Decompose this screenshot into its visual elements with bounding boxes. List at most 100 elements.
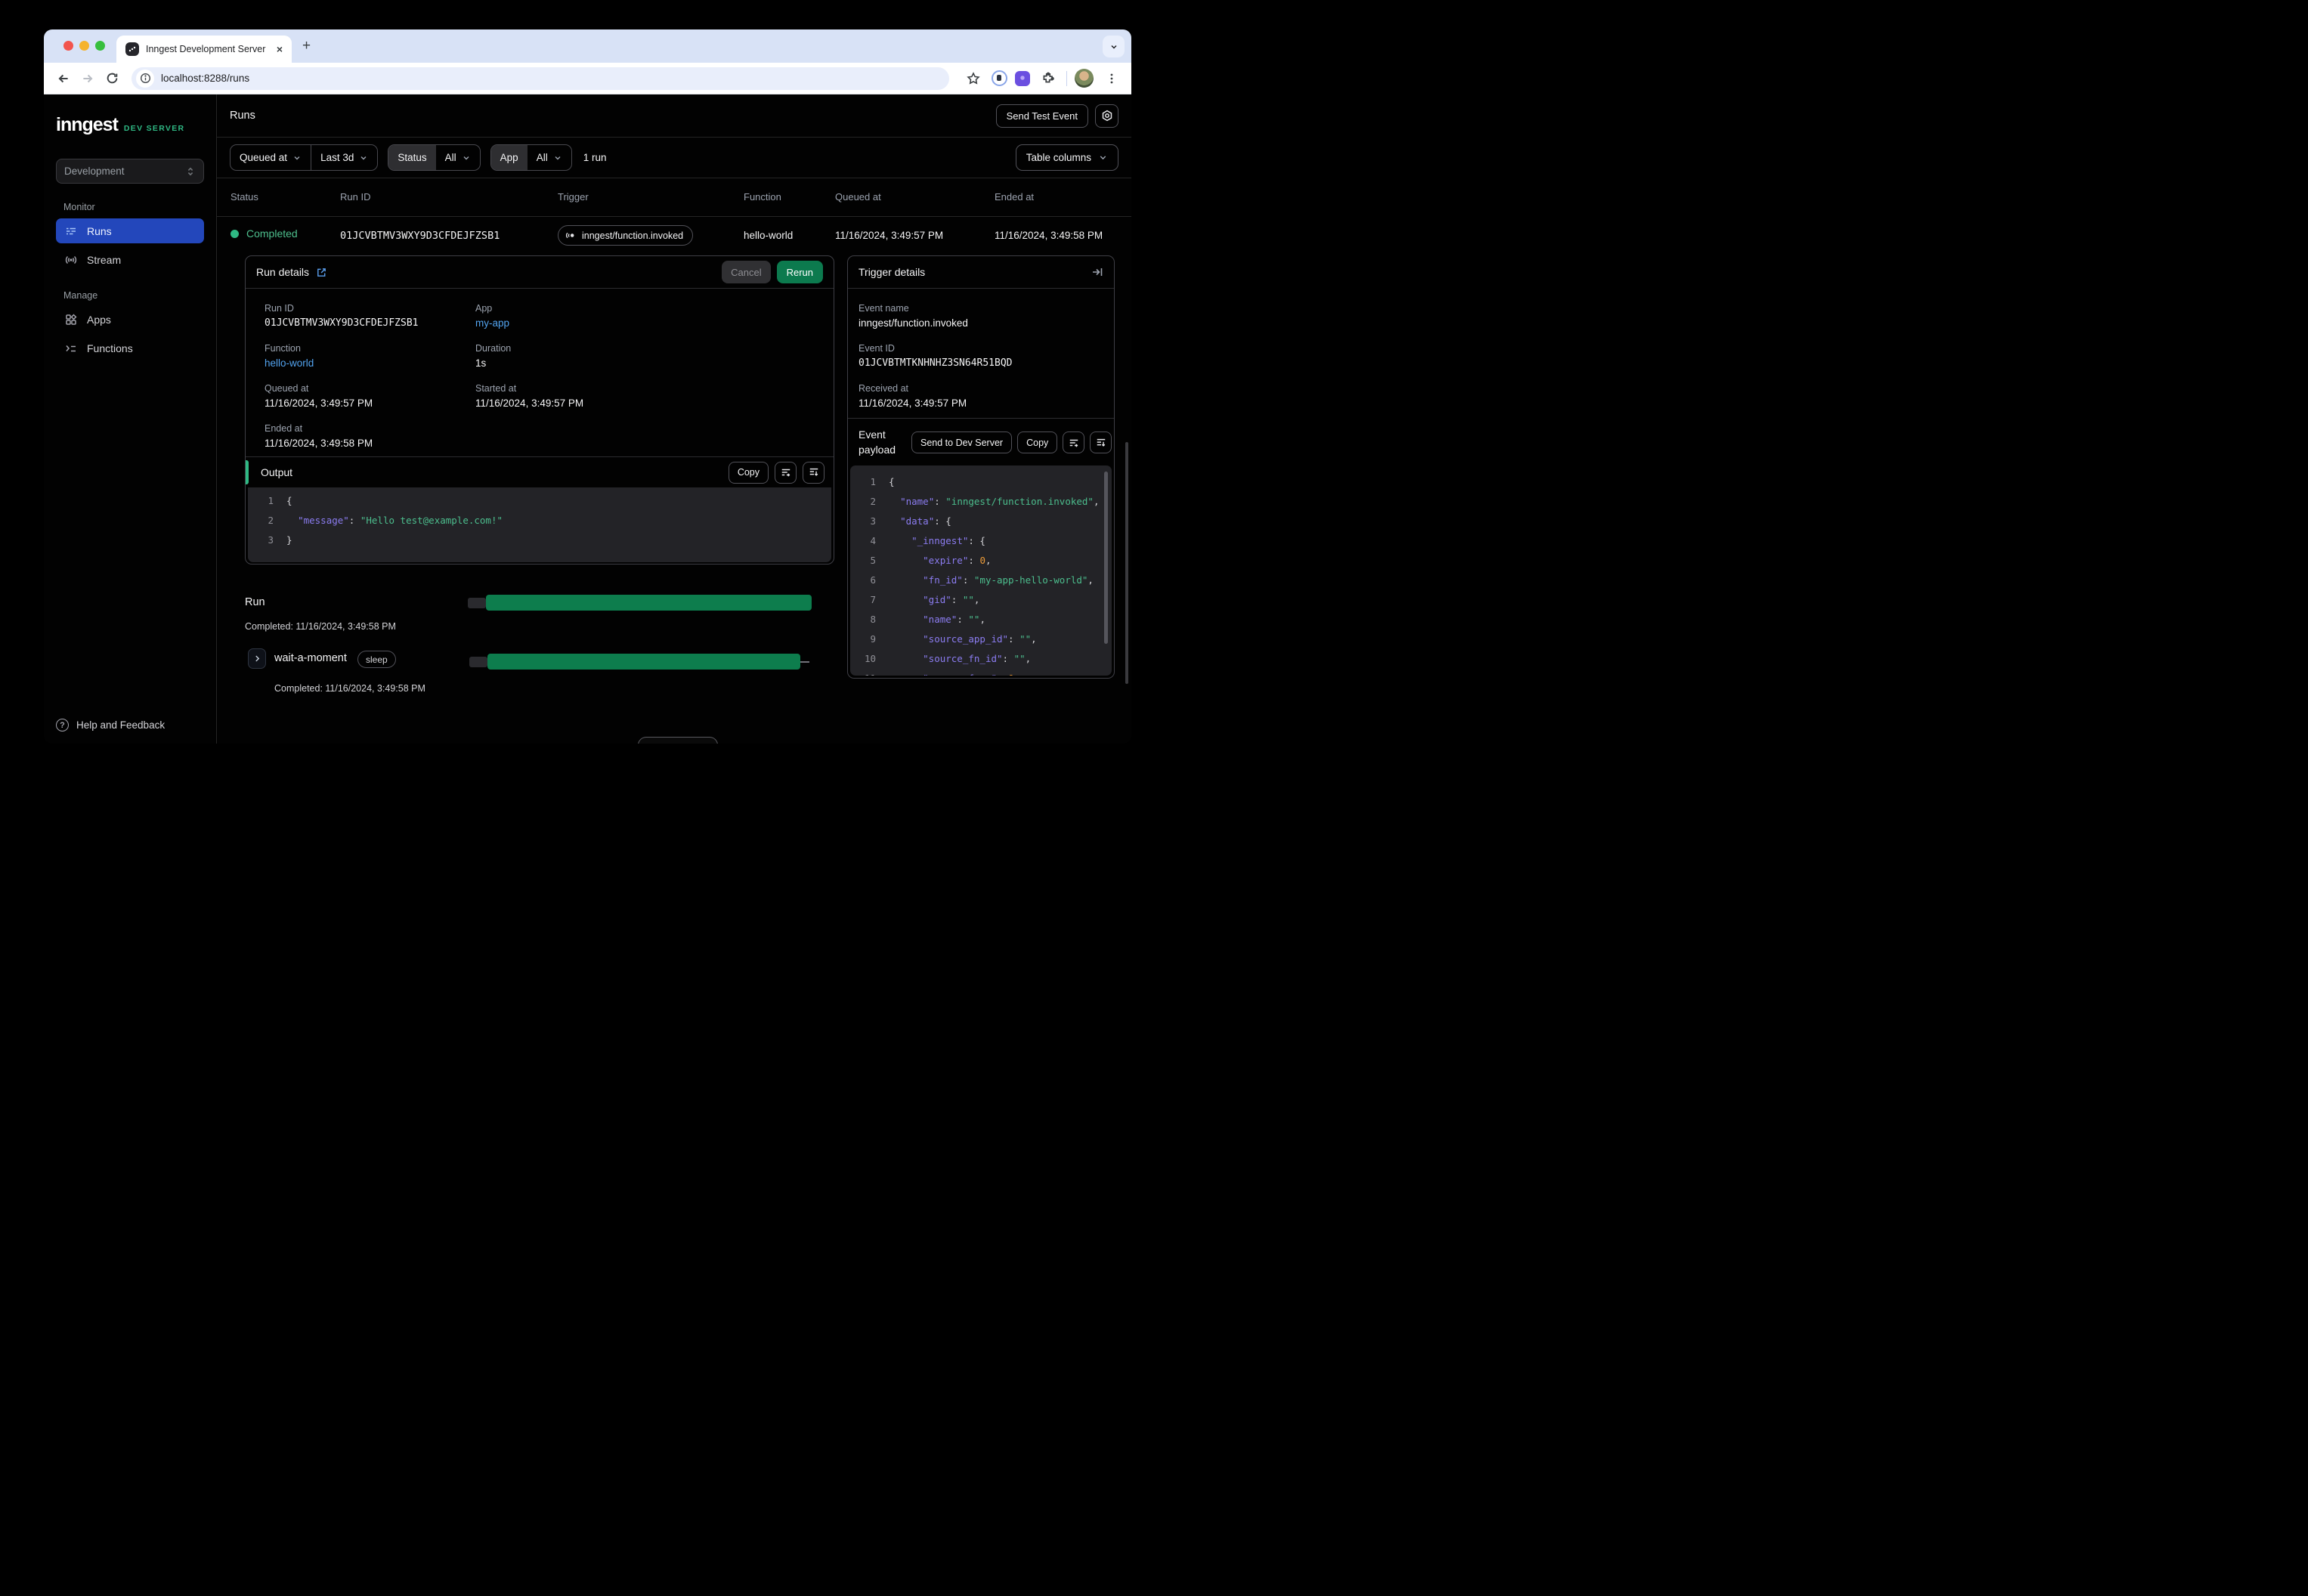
step-type-badge: sleep [357, 651, 396, 668]
forward-icon[interactable] [77, 68, 98, 89]
stream-icon [65, 255, 77, 264]
duration-label: Duration [475, 343, 512, 354]
word-wrap-button[interactable] [775, 461, 797, 484]
send-test-event-button[interactable]: Send Test Event [995, 104, 1088, 128]
app-filter-dropdown[interactable]: All [527, 145, 571, 170]
ended-at-value: 11/16/2024, 3:49:58 PM [265, 438, 373, 449]
cut-off-button[interactable] [638, 737, 718, 744]
tab-search-chevron-icon[interactable] [1103, 36, 1125, 57]
chevron-down-icon [360, 156, 367, 159]
copy-payload-button[interactable]: Copy [1017, 431, 1058, 453]
bookmark-star-icon[interactable] [963, 68, 984, 89]
table-row[interactable]: Completed 01JCVBTMV3WXY9D3CFDEJFZSB1 inn… [217, 217, 1131, 255]
scroll-to-bottom-button[interactable] [1090, 431, 1112, 453]
run-id-cell: 01JCVBTMV3WXY9D3CFDEJFZSB1 [340, 230, 500, 242]
open-in-new-icon[interactable] [316, 267, 327, 278]
close-window-button[interactable] [63, 41, 73, 51]
sidebar-item-stream[interactable]: Stream [56, 247, 204, 272]
run-id-value: 01JCVBTMV3WXY9D3CFDEJFZSB1 [265, 317, 419, 329]
trigger-event-name: inngest/function.invoked [582, 230, 684, 241]
browser-tab[interactable]: Inngest Development Server × [116, 36, 292, 63]
functions-icon [66, 345, 76, 351]
word-wrap-button[interactable] [1063, 431, 1085, 453]
event-name-label: Event name [859, 303, 909, 314]
close-tab-icon[interactable]: × [275, 43, 284, 55]
page-header: Runs Send Test Event [217, 94, 1131, 138]
maximize-window-button[interactable] [95, 41, 105, 51]
word-wrap-icon [1069, 439, 1078, 447]
event-id-value: 01JCVBTMTKNHNHZ3SN64R51BQD [859, 357, 1013, 369]
run-id-label: Run ID [265, 303, 294, 314]
status-filter-dropdown[interactable]: All [436, 145, 480, 170]
col-header-status: Status [230, 191, 258, 203]
step-bar-tail [800, 661, 809, 663]
scroll-to-bottom-icon [1097, 438, 1106, 447]
manage-section-label: Manage [63, 290, 98, 301]
time-filter: Queued at Last 3d [230, 144, 379, 171]
payload-scrollbar[interactable] [1104, 472, 1108, 644]
main-scrollbar[interactable] [1125, 442, 1128, 684]
minimize-window-button[interactable] [79, 41, 89, 51]
sidebar-item-apps[interactable]: Apps [56, 307, 204, 332]
sidebar-item-runs[interactable]: Runs [56, 218, 204, 243]
profile-avatar[interactable] [1075, 69, 1094, 88]
run-progress-bar[interactable] [486, 595, 812, 611]
url-text: localhost:8288/runs [161, 73, 250, 84]
status-filter: Status All [388, 144, 481, 171]
function-cell: hello-world [744, 230, 794, 241]
word-wrap-icon [781, 469, 790, 477]
cancel-button[interactable]: Cancel [722, 261, 771, 283]
browser-menu-icon[interactable] [1101, 68, 1122, 89]
event-id-label: Event ID [859, 343, 895, 354]
expand-step-button[interactable] [248, 648, 266, 669]
run-details-panel: Run details Cancel Rerun Run ID 01JCVBTM… [245, 255, 834, 564]
chevron-down-icon [294, 156, 300, 159]
send-to-dev-server-button[interactable]: Send to Dev Server [911, 431, 1013, 453]
settings-gear-button[interactable] [1095, 104, 1118, 128]
password-manager-extension-icon[interactable] [992, 70, 1007, 86]
chevron-down-icon [1100, 156, 1106, 160]
tab-title: Inngest Development Server [146, 44, 266, 54]
step-name[interactable]: wait-a-moment [274, 652, 347, 664]
run-count: 1 run [583, 152, 607, 163]
environment-select[interactable]: Development [56, 159, 204, 184]
event-payload-code-block: 1{2 "name": "inngest/function.invoked", 3… [850, 466, 1112, 676]
copy-output-button[interactable]: Copy [728, 461, 769, 484]
help-icon: ? [56, 719, 69, 732]
chevron-right-icon [255, 655, 259, 662]
col-header-trigger: Trigger [558, 191, 589, 203]
trigger-event-pill[interactable]: inngest/function.invoked [558, 225, 694, 246]
new-tab-button[interactable]: + [302, 39, 311, 54]
time-range-dropdown[interactable]: Last 3d [311, 145, 377, 170]
run-queued-segment [468, 598, 486, 608]
step-progress-bar[interactable] [487, 654, 800, 670]
collapse-panel-icon[interactable] [1091, 266, 1103, 278]
app-link[interactable]: my-app [475, 317, 509, 329]
time-field-dropdown[interactable]: Queued at [230, 145, 311, 170]
filter-bar: Queued at Last 3d Status All App All 1 r… [217, 138, 1131, 178]
table-columns-dropdown[interactable]: Table columns [1015, 144, 1118, 171]
function-link[interactable]: hello-world [265, 357, 314, 369]
help-and-feedback[interactable]: ? Help and Feedback [56, 719, 165, 732]
event-payload-title: Event payload [859, 428, 896, 456]
url-bar[interactable]: localhost:8288/runs [131, 66, 949, 90]
function-label: Function [265, 343, 301, 354]
started-at-value: 11/16/2024, 3:49:57 PM [475, 397, 584, 409]
col-header-run-id: Run ID [340, 191, 371, 203]
reload-icon[interactable] [101, 68, 122, 89]
purple-extension-icon[interactable] [1015, 70, 1030, 86]
inngest-logo: inngest [56, 114, 119, 135]
back-icon[interactable] [53, 68, 74, 89]
sidebar-item-label: Functions [87, 342, 133, 354]
output-code-block: 1{2 "message": "Hello test@example.com!"… [248, 487, 831, 562]
rerun-button[interactable]: Rerun [776, 261, 823, 283]
site-info-icon[interactable] [136, 69, 154, 88]
runs-icon [67, 227, 76, 234]
extensions-puzzle-icon[interactable] [1038, 68, 1059, 89]
sidebar-item-functions[interactable]: Functions [56, 336, 204, 360]
status-label-text: Status [398, 152, 427, 163]
scroll-to-bottom-button[interactable] [803, 461, 825, 484]
status-text: Completed [246, 227, 298, 240]
inngest-favicon [125, 42, 139, 56]
scroll-to-bottom-icon [809, 468, 818, 476]
